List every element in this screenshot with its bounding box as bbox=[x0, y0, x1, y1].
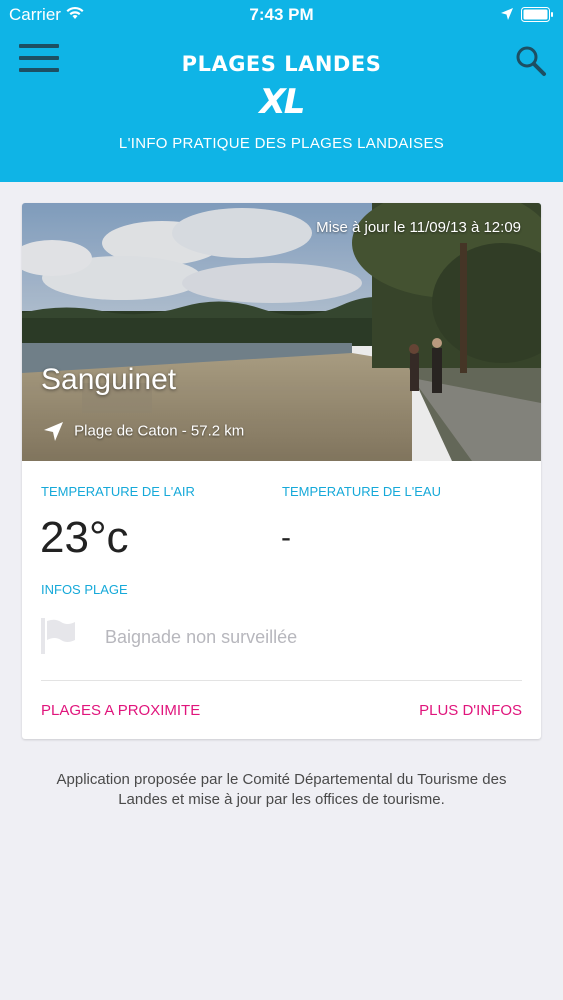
update-timestamp: Mise à jour le 11/09/13 à 12:09 bbox=[316, 219, 521, 236]
swim-status: Baignade non surveillée bbox=[105, 627, 298, 647]
water-temp-value: - bbox=[281, 521, 291, 554]
water-temp-label: TEMPERATURE DE L'EAU bbox=[282, 484, 441, 499]
battery-icon bbox=[521, 7, 553, 22]
brand-logo: XL bbox=[259, 82, 306, 122]
navigation-arrow-icon bbox=[44, 422, 63, 441]
nearby-beaches-link[interactable]: PLAGES A PROXIMITE bbox=[41, 702, 200, 719]
tagline: L'INFO PRATIQUE DES PLAGES LANDAISES bbox=[118, 135, 445, 152]
beach-place-label: Plage de Caton - 57.2 km bbox=[74, 422, 245, 440]
location-arrow-icon bbox=[501, 8, 513, 20]
hamburger-icon-bar bbox=[19, 44, 59, 48]
flag-icon bbox=[41, 618, 75, 654]
air-temp-value: 23°c bbox=[40, 513, 129, 562]
status-bar: Carrier 7:43 PM bbox=[0, 0, 563, 28]
app-header: Carrier 7:43 PM PLAGES LANDES XL L'INFO … bbox=[0, 0, 563, 182]
air-temp-label: TEMPERATURE DE L'AIR bbox=[41, 484, 195, 499]
brand-title: PLAGES LANDES bbox=[181, 52, 382, 76]
beach-name: Sanguinet bbox=[41, 363, 177, 396]
beach-info-label: INFOS PLAGE bbox=[41, 582, 128, 597]
beach-location: Plage de Caton - 57.2 km bbox=[43, 421, 244, 442]
footer-credits: Application proposée par le Comité Dépar… bbox=[56, 771, 507, 808]
beach-card[interactable]: Mise à jour le 11/09/13 à 12:09 Sanguine… bbox=[22, 203, 541, 739]
card-divider bbox=[41, 680, 522, 681]
status-time: 7:43 PM bbox=[249, 5, 314, 24]
more-info-link[interactable]: PLUS D'INFOS bbox=[419, 702, 522, 719]
